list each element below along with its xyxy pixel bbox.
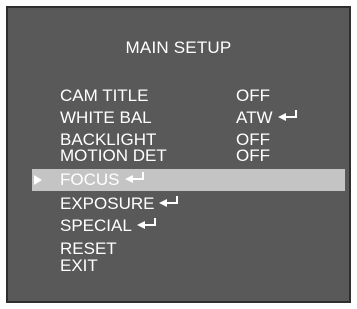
enter-icon [159, 196, 181, 210]
menu-item-label: FOCUS [60, 170, 120, 189]
selection-cursor-icon [34, 175, 42, 185]
menu-item-white-bal[interactable]: WHITE BAL ATW [8, 108, 349, 128]
menu-item-exposure[interactable]: EXPOSURE [8, 194, 349, 214]
menu-item-label: EXPOSURE [60, 194, 155, 213]
menu-title: MAIN SETUP [125, 38, 232, 57]
osd-menu-panel: MAIN SETUP CAM TITLE OFF WHITE BAL ATW B… [6, 6, 351, 303]
menu-item-label: SPECIAL [60, 216, 132, 235]
menu-item-label-with-submenu: EXPOSURE [60, 194, 181, 214]
menu-item-label-with-submenu: FOCUS [60, 169, 147, 191]
menu-item-value: ATW [236, 108, 273, 127]
enter-icon [136, 218, 159, 232]
menu-item-label: WHITE BAL [60, 108, 152, 127]
menu-item-label-with-submenu: SPECIAL [60, 216, 159, 236]
menu-item-motion-det[interactable]: MOTION DET OFF [8, 146, 349, 166]
menu-item-exit[interactable]: EXIT [8, 256, 349, 276]
menu-item-label: EXIT [60, 256, 98, 275]
enter-icon [277, 110, 300, 124]
menu-item-cam-title[interactable]: CAM TITLE OFF [8, 86, 349, 106]
menu-item-value: OFF [236, 146, 270, 165]
menu-item-value: OFF [236, 86, 270, 105]
menu-item-focus[interactable]: FOCUS [32, 169, 345, 191]
menu-item-label: CAM TITLE [60, 86, 149, 105]
menu-item-value-with-submenu: ATW [236, 108, 300, 128]
enter-icon [124, 172, 147, 186]
menu-item-label: MOTION DET [60, 146, 167, 165]
menu-item-special[interactable]: SPECIAL [8, 216, 349, 236]
